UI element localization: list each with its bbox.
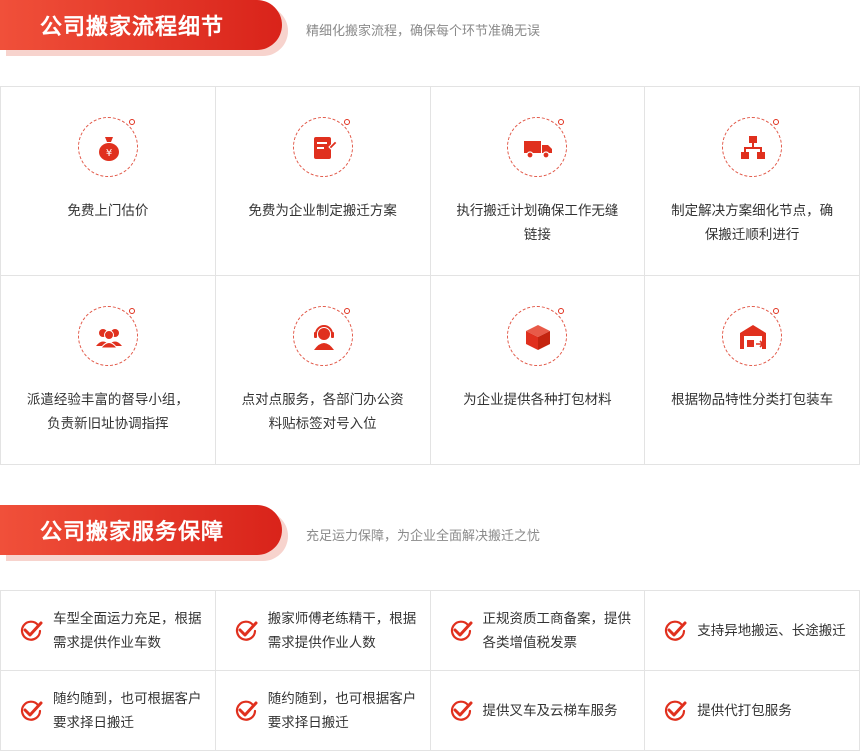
section-process-title: 公司搬家流程细节 (0, 0, 282, 50)
process-item: 为企业提供各种打包材料 (430, 276, 646, 465)
process-item-text: 制定解决方案细化节点，确保搬迁顺利进行 (671, 203, 834, 243)
process-item: 制定解决方案细化节点，确保搬迁顺利进行 (645, 87, 860, 276)
guarantee-item: 提供代打包服务 (645, 671, 860, 751)
guarantee-item: 支持异地搬运、长途搬迁 (645, 591, 860, 671)
process-item-text: 执行搬迁计划确保工作无缝链接 (456, 203, 619, 243)
package-box-icon (526, 325, 551, 350)
svg-text:¥: ¥ (106, 148, 112, 159)
process-item-text: 免费为企业制定搬迁方案 (248, 203, 397, 219)
process-item-text: 根据物品特性分类打包装车 (671, 392, 834, 408)
guarantee-item-text: 随约随到，也可根据客户要求择日搬迁 (53, 690, 202, 731)
guarantee-item: 随约随到，也可根据客户要求择日搬迁 (215, 671, 431, 751)
guarantee-item-text: 搬家师傅老练精干，根据需求提供作业人数 (267, 610, 417, 651)
icon-ring (722, 117, 783, 177)
process-item-text: 派遣经验丰富的督导小组，负责新旧址协调指挥 (26, 392, 189, 432)
guarantee-item-text: 提供代打包服务 (697, 702, 792, 719)
check-circle-icon (20, 620, 43, 641)
flowchart-icon (741, 136, 766, 159)
process-item-text: 免费上门估价 (67, 203, 149, 219)
check-circle-icon (450, 700, 472, 721)
process-item: 派遣经验丰富的督导小组，负责新旧址协调指挥 (1, 276, 216, 465)
section-process-subtitle: 精细化搬家流程，确保每个环节准确无误 (306, 24, 541, 39)
icon-ring (77, 306, 138, 366)
process-item: 执行搬迁计划确保工作无缝链接 (430, 87, 646, 276)
team-icon (95, 329, 122, 349)
process-item: 免费为企业制定搬迁方案 (215, 87, 431, 276)
icon-ring (292, 306, 353, 366)
process-item: 根据物品特性分类打包装车 (645, 276, 860, 465)
truck-icon (524, 141, 553, 159)
headset-agent-icon (313, 325, 334, 350)
process-item-text: 点对点服务，各部门办公资料贴标签对号入位 (241, 392, 404, 432)
icon-ring (507, 117, 568, 177)
section-guarantee-title: 公司搬家服务保障 (0, 505, 282, 555)
guarantee-item-text: 提供叉车及云梯车服务 (482, 702, 618, 719)
icon-ring (722, 306, 783, 366)
guarantee-item-text: 随约随到，也可根据客户要求择日搬迁 (267, 690, 417, 731)
guarantee-item-text: 车型全面运力充足，根据需求提供作业车数 (53, 610, 202, 651)
icon-ring (292, 117, 353, 177)
guarantee-item: 提供叉车及云梯车服务 (430, 671, 646, 751)
guarantee-item: 随约随到，也可根据客户要求择日搬迁 (1, 671, 216, 751)
guarantee-item-text: 支持异地搬运、长途搬迁 (697, 622, 846, 639)
document-edit-icon (313, 137, 338, 159)
check-circle-icon (235, 620, 258, 641)
check-circle-icon (235, 700, 258, 721)
section-guarantee-header: 公司搬家服务保障 充足运力保障，为企业全面解决搬迁之忧 (0, 505, 860, 565)
section-process-header: 公司搬家流程细节 精细化搬家流程，确保每个环节准确无误 (0, 0, 860, 60)
check-circle-icon (450, 620, 472, 641)
guarantee-item: 车型全面运力充足，根据需求提供作业车数 (1, 591, 216, 671)
process-item: ¥ 免费上门估价 (1, 87, 216, 276)
check-circle-icon (665, 620, 687, 641)
guarantee-grid: 车型全面运力充足，根据需求提供作业车数 搬家师傅老练精干，根据需求提供作业人数 正规… (0, 590, 860, 751)
section-guarantee-subtitle: 充足运力保障，为企业全面解决搬迁之忧 (306, 529, 541, 544)
guarantee-item: 正规资质工商备案，提供各类增值税发票 (430, 591, 646, 671)
guarantee-item-text: 正规资质工商备案，提供各类增值税发票 (482, 610, 632, 651)
process-item-text: 为企业提供各种打包材料 (463, 392, 612, 408)
icon-ring: ¥ (77, 117, 138, 177)
process-grid: ¥ 免费上门估价 免费为企业制定搬迁方案 执行搬迁计划确保工作无缝链接 制定解决… (0, 86, 860, 465)
guarantee-item: 搬家师傅老练精干，根据需求提供作业人数 (215, 591, 431, 671)
icon-ring (507, 306, 568, 366)
money-bag-icon: ¥ (98, 137, 119, 161)
check-circle-icon (20, 700, 43, 721)
check-circle-icon (665, 700, 687, 721)
process-item: 点对点服务，各部门办公资料贴标签对号入位 (215, 276, 431, 465)
warehouse-icon (740, 325, 767, 349)
